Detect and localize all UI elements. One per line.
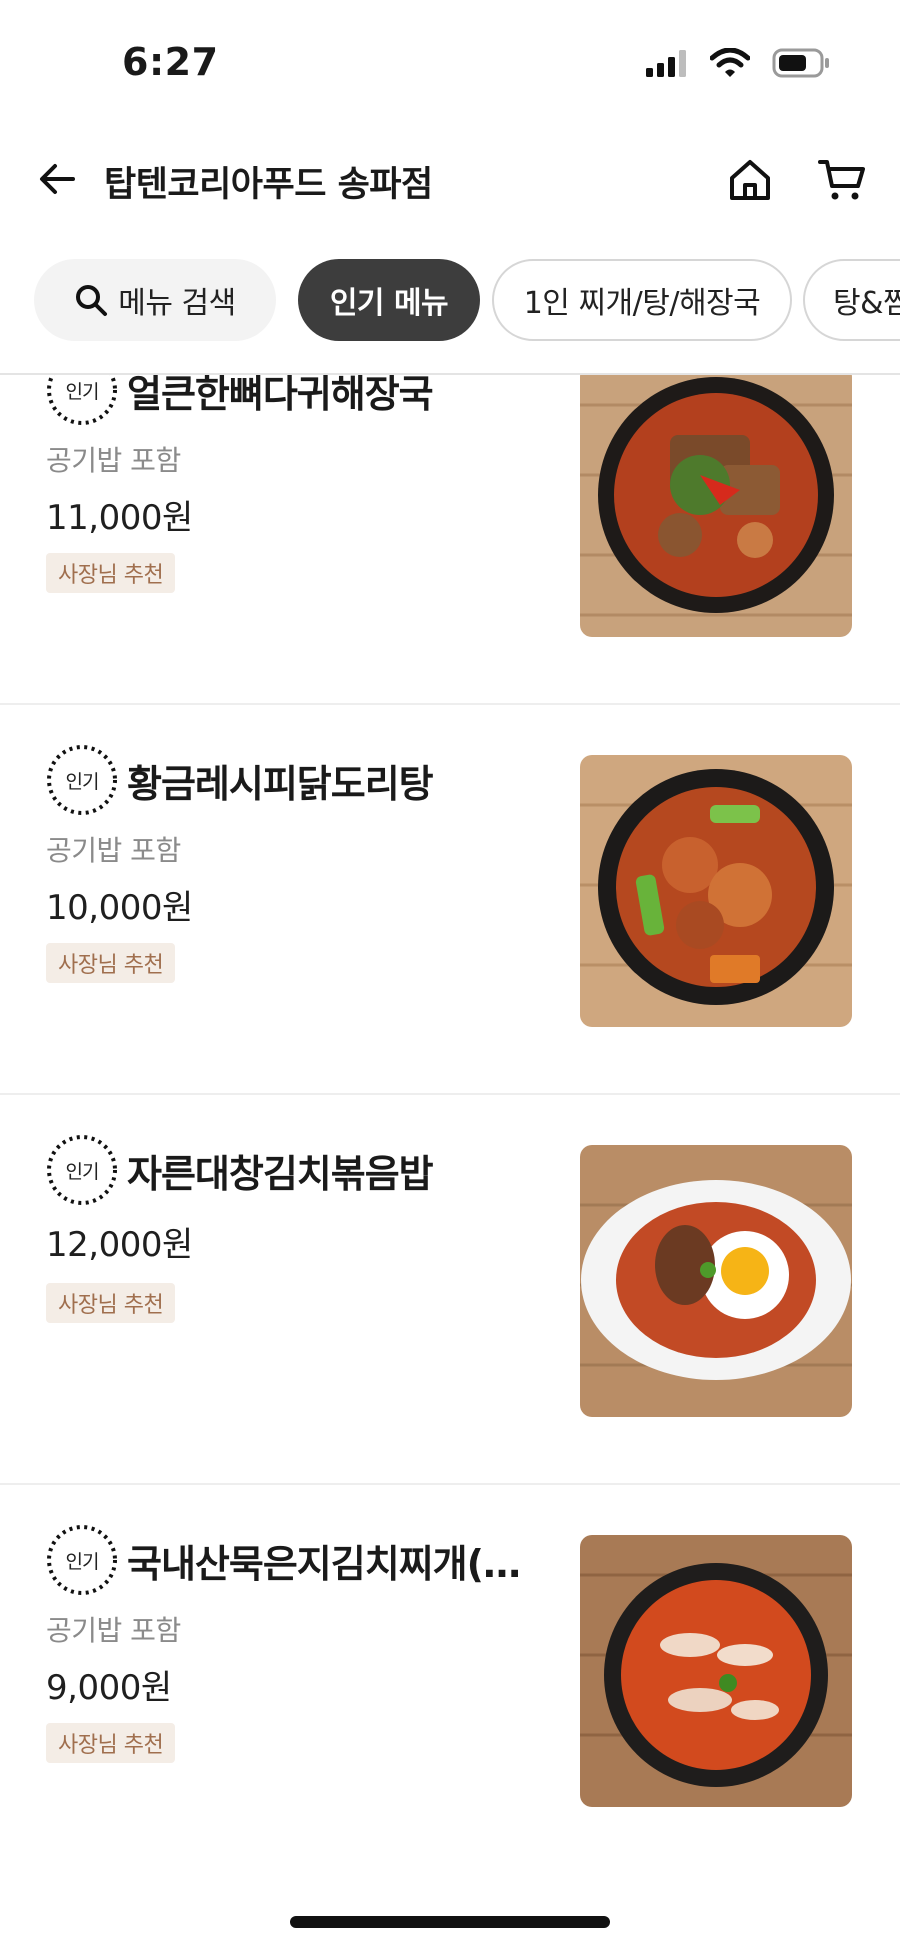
menu-item-desc: 공기밥 포함 bbox=[46, 834, 181, 867]
home-icon bbox=[730, 160, 770, 200]
chip-popular-menu[interactable]: 인기 메뉴 bbox=[298, 259, 480, 341]
menu-item-price: 10,000원 bbox=[46, 888, 193, 928]
menu-item-title-row: 인기 황금레시피닭도리탕 bbox=[45, 743, 433, 817]
menu-item-title-row: 인기 얼큰한뼈다귀해장국 bbox=[45, 375, 433, 427]
menu-item-title-row: 인기 국내산묵은지김치찌개(… bbox=[45, 1523, 520, 1597]
cart-icon bbox=[818, 160, 865, 200]
wifi-icon bbox=[710, 48, 750, 77]
recommend-tag: 사장님 추천 bbox=[46, 943, 176, 983]
menu-search-chip[interactable]: 메뉴 검색 bbox=[34, 259, 276, 341]
cellular-signal-icon bbox=[646, 50, 686, 77]
popular-badge-icon: 인기 bbox=[45, 743, 119, 817]
menu-item-name: 황금레시피닭도리탕 bbox=[127, 761, 433, 806]
arrow-left-icon bbox=[40, 164, 75, 194]
menu-item-price: 12,000원 bbox=[46, 1225, 193, 1265]
popular-badge-icon: 인기 bbox=[45, 375, 119, 427]
status-time: 6:27 bbox=[122, 40, 219, 84]
status-icons bbox=[644, 48, 830, 78]
kimchi-stew-photo bbox=[580, 1535, 852, 1807]
menu-item[interactable]: 인기 국내산묵은지김치찌개(… 공기밥 포함 9,000원 사장님 추천 bbox=[0, 1485, 900, 1865]
menu-item-desc: 공기밥 포함 bbox=[46, 444, 181, 477]
menu-item[interactable]: 인기 자른대창김치볶음밥 12,000원 사장님 추천 bbox=[0, 1095, 900, 1485]
status-bar: 6:27 bbox=[0, 0, 900, 130]
popular-badge-icon: 인기 bbox=[45, 1133, 119, 1207]
menu-item-name: 얼큰한뼈다귀해장국 bbox=[127, 375, 433, 416]
menu-item-title-row: 인기 자른대창김치볶음밥 bbox=[45, 1133, 433, 1207]
home-button[interactable] bbox=[722, 152, 778, 208]
menu-item-price: 11,000원 bbox=[46, 498, 193, 538]
menu-list: 인기 얼큰한뼈다귀해장국 공기밥 포함 11,000원 사장님 추천 인기 황금… bbox=[0, 375, 900, 1865]
menu-item[interactable]: 인기 얼큰한뼈다귀해장국 공기밥 포함 11,000원 사장님 추천 bbox=[0, 375, 900, 705]
back-button[interactable] bbox=[32, 154, 82, 204]
home-indicator bbox=[290, 1916, 610, 1928]
store-title: 탑텐코리아푸드 송파점 bbox=[104, 165, 433, 205]
spicy-chicken-stew-photo bbox=[580, 755, 852, 1027]
battery-icon bbox=[772, 48, 829, 78]
search-icon bbox=[76, 285, 108, 316]
menu-item-name: 국내산묵은지김치찌개(… bbox=[127, 1541, 520, 1586]
store-header: 탑텐코리아푸드 송파점 bbox=[0, 130, 900, 230]
pork-bone-soup-photo bbox=[580, 375, 852, 637]
menu-search-label: 메뉴 검색 bbox=[118, 286, 236, 321]
chip-single-stew[interactable]: 1인 찌개/탕/해장국 bbox=[492, 259, 792, 341]
cart-button[interactable] bbox=[814, 152, 870, 208]
recommend-tag: 사장님 추천 bbox=[46, 1283, 176, 1323]
menu-item-price: 9,000원 bbox=[46, 1668, 172, 1708]
menu-item-desc: 공기밥 포함 bbox=[46, 1614, 181, 1647]
category-chips: 메뉴 검색 인기 메뉴 1인 찌개/탕/해장국 탕&찜 bbox=[0, 255, 900, 345]
chip-soup-braise[interactable]: 탕&찜 bbox=[803, 259, 900, 341]
recommend-tag: 사장님 추천 bbox=[46, 553, 176, 593]
menu-item[interactable]: 인기 황금레시피닭도리탕 공기밥 포함 10,000원 사장님 추천 bbox=[0, 705, 900, 1095]
kimchi-fried-rice-photo bbox=[580, 1145, 852, 1417]
popular-badge-icon: 인기 bbox=[45, 1523, 119, 1597]
recommend-tag: 사장님 추천 bbox=[46, 1723, 176, 1763]
menu-item-name: 자른대창김치볶음밥 bbox=[127, 1151, 433, 1196]
